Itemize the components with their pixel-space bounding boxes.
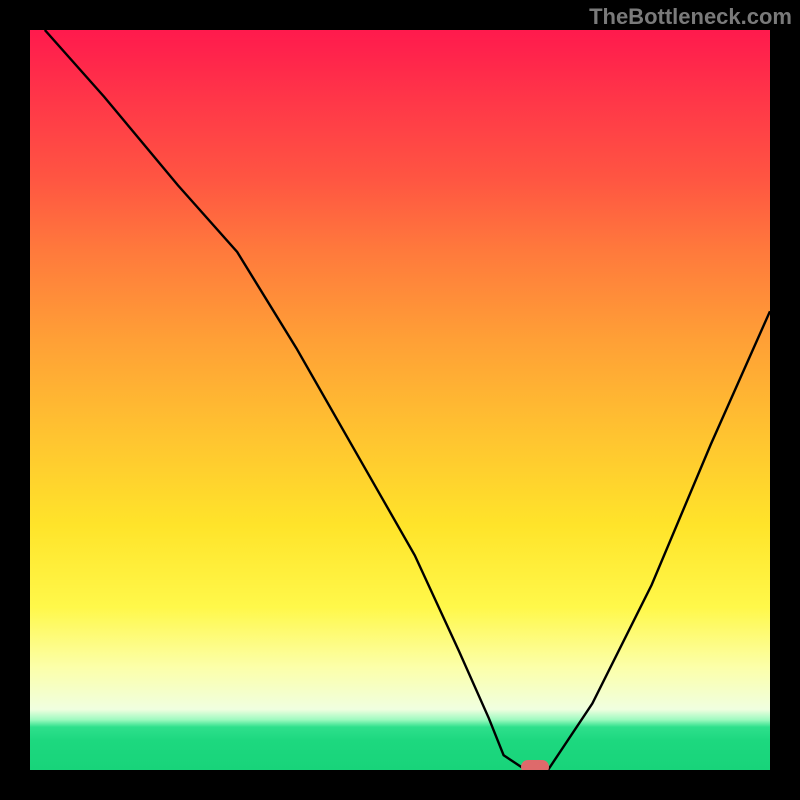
watermark-text: TheBottleneck.com [589, 4, 792, 30]
line-curve [30, 30, 770, 770]
chart-plot-area [30, 30, 770, 770]
optimal-point-marker [521, 760, 549, 770]
